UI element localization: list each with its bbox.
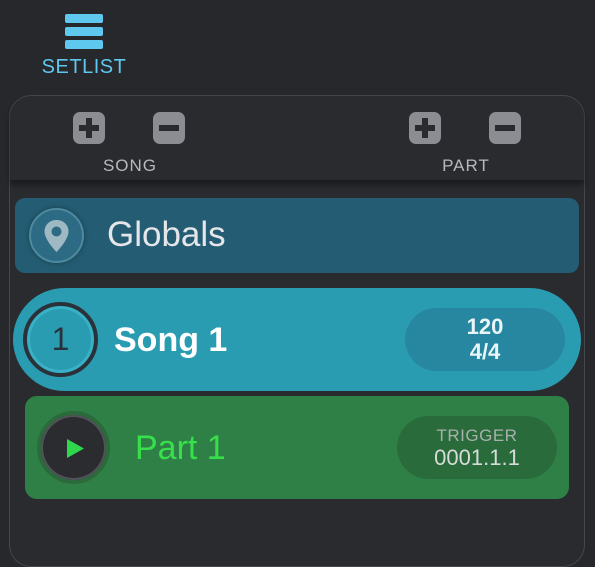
hamburger-menu-icon <box>65 14 103 49</box>
part-trigger-badge[interactable]: TRIGGER 0001.1.1 <box>397 416 557 479</box>
add-song-button[interactable] <box>73 112 105 144</box>
play-icon <box>67 439 84 458</box>
setlist-toolbar: SONG PART <box>10 96 584 181</box>
setlist-button[interactable]: SETLIST <box>30 12 138 79</box>
song-group-label: SONG <box>102 156 158 175</box>
song-tempo-badge[interactable]: 120 4/4 <box>405 308 565 371</box>
location-pin-icon <box>29 208 84 263</box>
globals-label: Globals <box>107 215 226 254</box>
add-part-button[interactable] <box>409 112 441 144</box>
remove-song-button[interactable] <box>153 112 185 144</box>
trigger-value: 0001.1.1 <box>434 445 520 470</box>
part-group-label: PART <box>442 156 490 175</box>
song-number-badge: 1 <box>23 302 98 377</box>
part-play-button[interactable] <box>37 411 110 484</box>
trigger-label: TRIGGER <box>436 426 518 445</box>
part-name: Part 1 <box>135 429 226 467</box>
song-time-signature: 4/4 <box>469 339 501 364</box>
song-number: 1 <box>51 321 70 357</box>
minus-icon <box>495 125 515 131</box>
song-row[interactable]: 1 Song 1 120 4/4 <box>13 288 581 391</box>
part-row[interactable]: Part 1 TRIGGER 0001.1.1 <box>25 396 569 499</box>
song-tempo: 120 <box>466 314 504 339</box>
globals-row[interactable]: Globals <box>15 198 579 273</box>
minus-icon <box>159 125 179 131</box>
song-name: Song 1 <box>114 321 228 359</box>
setlist-label: SETLIST <box>41 56 127 78</box>
remove-part-button[interactable] <box>489 112 521 144</box>
